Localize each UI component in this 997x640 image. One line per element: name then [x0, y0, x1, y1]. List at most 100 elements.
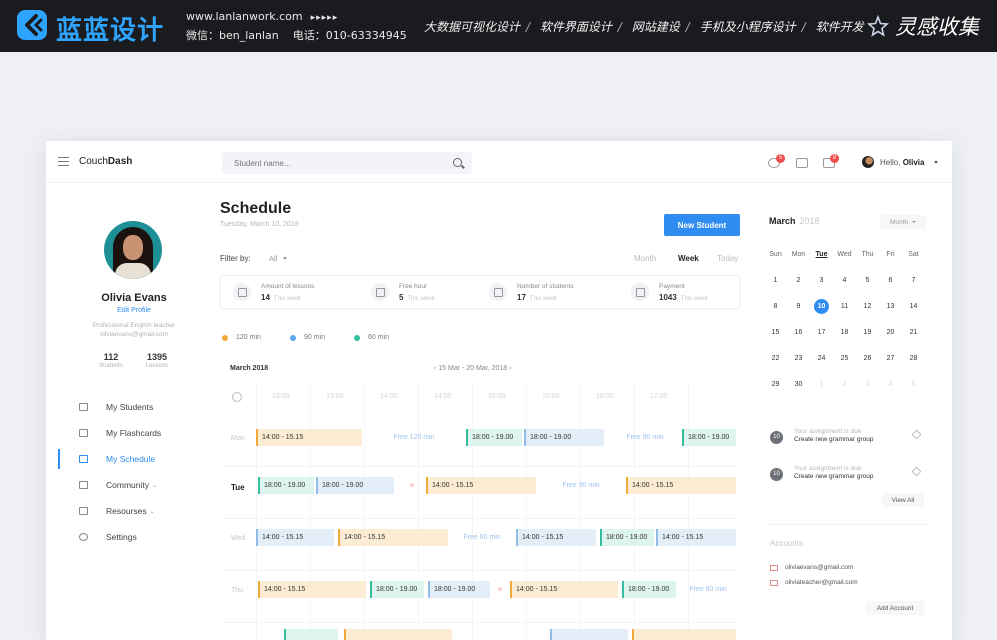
- account-item[interactable]: oliviateacher@gmail.com: [770, 579, 858, 586]
- calendar-view-select[interactable]: Month: [880, 215, 926, 229]
- filter-select[interactable]: All: [266, 251, 294, 265]
- tab-today[interactable]: Today: [717, 254, 738, 263]
- hamburger-menu-icon[interactable]: [58, 157, 69, 166]
- account-item[interactable]: oliviaevans@gmail.com: [770, 564, 853, 571]
- cancel-slot-icon[interactable]: ×: [492, 581, 508, 598]
- free-slot[interactable]: Free 90 min: [610, 429, 680, 446]
- edit-profile-link[interactable]: Edit Profile: [60, 307, 208, 314]
- calendar-day[interactable]: 18: [833, 329, 856, 336]
- calendar-day[interactable]: 3: [856, 381, 879, 388]
- view-all-button[interactable]: View All: [882, 493, 924, 507]
- lesson-block[interactable]: 18:00 - 19.00: [258, 477, 314, 494]
- calendar-day[interactable]: 2: [787, 277, 810, 284]
- lesson-block[interactable]: 18:00 - 19.00: [428, 581, 490, 598]
- free-slot[interactable]: Free 120 min: [366, 429, 462, 446]
- calendar-day[interactable]: 14: [902, 303, 925, 310]
- lesson-block[interactable]: 18:00 - 19.00: [466, 429, 522, 446]
- lesson-block[interactable]: 18:00 - 19.00: [682, 429, 736, 446]
- calendar-day[interactable]: 5: [856, 277, 879, 284]
- user-menu-chevron-icon[interactable]: [934, 161, 938, 164]
- calendar-day[interactable]: 28: [902, 355, 925, 362]
- sidebar-item-resources[interactable]: Resourses ⌄: [60, 498, 208, 524]
- calendar-day[interactable]: 11: [833, 303, 856, 310]
- calendar-day[interactable]: 27: [879, 355, 902, 362]
- weekday-label: Sat: [908, 251, 919, 258]
- lesson-block[interactable]: 14:00 - 15.15: [426, 477, 536, 494]
- lesson-block[interactable]: 14:00 - 15.15: [256, 529, 334, 546]
- free-slot[interactable]: Free 60 min: [680, 581, 736, 598]
- user-greeting[interactable]: Hello, Olivia: [880, 158, 924, 167]
- resources-icon: [79, 507, 88, 515]
- dashboard-window: CouchDash 5 8 Hello, Olivia Olivia Evans…: [46, 141, 952, 640]
- calendar-day[interactable]: 24: [810, 355, 833, 362]
- calendar-day[interactable]: 1: [810, 381, 833, 388]
- lesson-block[interactable]: 14:00 - 15.15: [338, 529, 448, 546]
- lesson-block[interactable]: 14:00 - 15.15: [626, 477, 736, 494]
- tag-icon[interactable]: [911, 466, 922, 477]
- calendar-day[interactable]: 16: [787, 329, 810, 336]
- settings-icon: [79, 533, 88, 541]
- calendar-day[interactable]: 29: [764, 381, 787, 388]
- lesson-block[interactable]: 14:00 - 15.15: [510, 581, 618, 598]
- tag-icon[interactable]: [911, 429, 922, 440]
- calendar-day[interactable]: 26: [856, 355, 879, 362]
- lesson-block[interactable]: 14:00 - 15.15: [258, 581, 366, 598]
- assignment-notification[interactable]: 10 Your assignment is due Create new gra…: [770, 427, 930, 455]
- website-link[interactable]: www.lanlanwork.com: [186, 10, 303, 23]
- calendar-day[interactable]: 12: [856, 303, 879, 310]
- sidebar-item-settings[interactable]: Settings: [60, 524, 208, 550]
- day-label: Mon: [231, 435, 245, 442]
- lesson-block[interactable]: 14:00 - 15.15: [516, 529, 596, 546]
- add-account-button[interactable]: Add Account: [866, 601, 924, 615]
- calendar-day-today[interactable]: 10: [810, 299, 833, 314]
- calendar-day[interactable]: 23: [787, 355, 810, 362]
- week-range-nav[interactable]: ‹ 15 Mar - 20 Mar, 2018 ›: [434, 365, 511, 372]
- lesson-block[interactable]: 18:00 - 19.00: [316, 477, 394, 494]
- calendar-day[interactable]: 5: [902, 381, 925, 388]
- tab-week[interactable]: Week: [678, 254, 699, 263]
- cancel-slot-icon[interactable]: ×: [402, 477, 422, 494]
- calendar-day[interactable]: 15: [764, 329, 787, 336]
- user-avatar[interactable]: [862, 156, 874, 168]
- sidebar-item-my-students[interactable]: My Students: [60, 394, 208, 420]
- calendar-day[interactable]: 21: [902, 329, 925, 336]
- time-label: 17:00: [650, 393, 668, 400]
- weekday-label: Fri: [886, 251, 895, 258]
- calendar-day[interactable]: 4: [833, 277, 856, 284]
- calendar-day[interactable]: 2: [833, 381, 856, 388]
- calendar-day[interactable]: 8: [764, 303, 787, 310]
- calendar-day[interactable]: 6: [879, 277, 902, 284]
- calendar-day[interactable]: 3: [810, 277, 833, 284]
- lesson-block[interactable]: 14:00 - 15.15: [656, 529, 736, 546]
- sidebar-item-my-schedule[interactable]: My Schedule: [58, 446, 208, 472]
- search-input[interactable]: [222, 152, 442, 174]
- flashcards-icon: [79, 429, 88, 437]
- assignment-notification[interactable]: 10 Your assignment is due Create new gra…: [770, 464, 930, 492]
- lesson-block[interactable]: 18:00 - 19.00: [622, 581, 676, 598]
- profile-description: Professional English teacher oliviaevans…: [60, 321, 208, 339]
- calendar-day[interactable]: 7: [902, 277, 925, 284]
- calendar-day[interactable]: 25: [833, 355, 856, 362]
- lesson-block[interactable]: 18:00 - 19.00: [524, 429, 604, 446]
- sidebar-item-my-flashcards[interactable]: My Flashcards: [60, 420, 208, 446]
- lesson-block[interactable]: 18:00 - 19.00: [600, 529, 654, 546]
- new-student-button[interactable]: New Student: [664, 214, 740, 236]
- search-icon[interactable]: [453, 158, 462, 167]
- calendar-day[interactable]: 4: [879, 381, 902, 388]
- calendar-day[interactable]: 30: [787, 381, 810, 388]
- free-slot[interactable]: Free 90 min: [540, 477, 622, 494]
- free-slot[interactable]: Free 60 min: [452, 529, 512, 546]
- calendar-day[interactable]: 17: [810, 329, 833, 336]
- lesson-block[interactable]: 18:00 - 19.00: [370, 581, 424, 598]
- lesson-block[interactable]: 14:00 - 15.15: [256, 429, 362, 446]
- calendar-day[interactable]: 13: [879, 303, 902, 310]
- calendar-day[interactable]: 20: [879, 329, 902, 336]
- sidebar-item-community[interactable]: Community ⌄: [60, 472, 208, 498]
- tab-month[interactable]: Month: [634, 254, 656, 263]
- calendar-day[interactable]: 22: [764, 355, 787, 362]
- folder-icon[interactable]: [796, 158, 808, 168]
- calendar-day[interactable]: 9: [787, 303, 810, 310]
- calendar-day[interactable]: 19: [856, 329, 879, 336]
- calendar-day[interactable]: 1: [764, 277, 787, 284]
- chevron-down-icon: ⌄: [151, 482, 158, 489]
